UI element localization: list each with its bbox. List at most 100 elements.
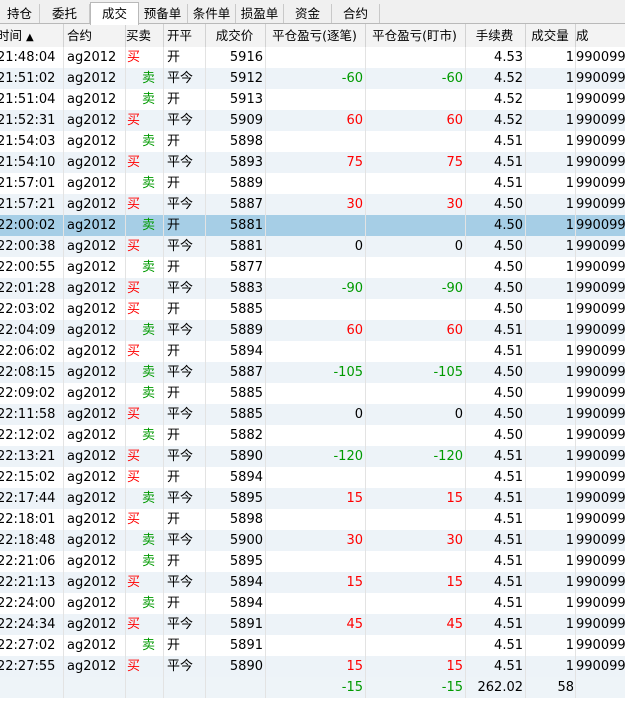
pnl-trade-cell [266,257,366,278]
table-row[interactable]: 21:52:31 ag2012 买平今 5909 60 60 4.52 1 990099 [0,110,625,131]
fee-cell: 4.50 [466,299,526,320]
table-row[interactable]: 22:13:21 ag2012 买平今 5890 -120 -120 4.51 1 990099 [0,446,625,467]
open-close-cell: 平今 [164,320,206,341]
table-row[interactable]: 22:17:44 ag2012 卖平今 5895 15 15 4.51 1 990099 [0,488,625,509]
tab-positions[interactable]: 持仓 [0,4,40,23]
totals-row: -15 -15 262.02 58 [0,677,625,698]
table-row[interactable]: 22:11:58 ag2012 买平今 5885 0 0 4.50 1 990099 [0,404,625,425]
pnl-trade-cell [266,635,366,656]
symbol-cell: ag2012 [64,530,126,551]
table-row[interactable]: 22:24:34 ag2012 买平今 5891 45 45 4.51 1 990099 [0,614,625,635]
table-row[interactable]: 22:27:55 ag2012 买平今 5890 15 15 4.51 1 990099 [0,656,625,677]
order-no-cell: 990099 [576,302,625,317]
table-row[interactable]: 22:06:02 ag2012 买开 5894 4.51 1 990099 [0,341,625,362]
table-row[interactable]: 22:08:15 ag2012 卖平今 5887 -105 -105 4.50 1 990099 [0,362,625,383]
table-row[interactable]: 22:03:02 ag2012 买开 5885 4.50 1 990099 [0,299,625,320]
table-row[interactable]: 21:48:04 ag2012 买开 5916 4.53 1 990099 [0,47,625,68]
pnl-trade-cell [266,215,366,236]
open-close-cell: 开 [164,173,206,194]
col-header-pnl-mark[interactable]: 平仓盈亏(盯市) [366,24,466,47]
table-row[interactable]: 22:21:06 ag2012 卖开 5895 4.51 1 990099 [0,551,625,572]
table-row[interactable]: 22:18:01 ag2012 买开 5898 4.51 1 990099 [0,509,625,530]
tab-funds[interactable]: 资金 [284,4,332,23]
col-header-pnl-trade[interactable]: 平仓盈亏(逐笔) [266,24,366,47]
total-cell [0,677,64,698]
table-row[interactable]: 21:57:21 ag2012 买平今 5887 30 30 4.50 1 990099 [0,194,625,215]
price-cell: 5881 [206,236,266,257]
pnl-mark-cell: -60 [366,68,466,89]
symbol-cell: ag2012 [64,110,126,131]
volume-cell: 1 [526,404,576,425]
open-close-cell: 开 [164,131,206,152]
pnl-mark-cell: 15 [366,488,466,509]
time-cell: 21:51:02 [0,68,64,89]
buy-sell-cell: 卖 [126,593,164,614]
pnl-trade-cell [266,131,366,152]
tab-contracts[interactable]: 合约 [332,4,380,23]
tab-trades[interactable]: 成交 [90,2,139,25]
volume-cell: 1 [526,488,576,509]
table-row[interactable]: 21:51:02 ag2012 卖平今 5912 -60 -60 4.52 1 990099 [0,68,625,89]
table-row[interactable]: 21:54:10 ag2012 买平今 5893 75 75 4.51 1 990099 [0,152,625,173]
table-row[interactable]: 22:18:48 ag2012 卖平今 5900 30 30 4.51 1 990099 [0,530,625,551]
time-cell: 22:15:02 [0,467,64,488]
col-header-time[interactable]: 时间 ▲ [0,24,64,47]
pnl-mark-cell [366,551,466,572]
total-cell [206,677,266,698]
pnl-mark-cell [366,131,466,152]
col-header-buy-sell[interactable]: 买卖 [126,24,164,47]
table-row[interactable]: 22:00:38 ag2012 买平今 5881 0 0 4.50 1 990099 [0,236,625,257]
table-row[interactable]: 22:21:13 ag2012 买平今 5894 15 15 4.51 1 990099 [0,572,625,593]
table-row[interactable]: 22:12:02 ag2012 卖开 5882 4.50 1 990099 [0,425,625,446]
col-header-volume[interactable]: 成交量 [526,24,576,47]
trades-table: 时间 ▲ 合约 买卖 开平 成交价 平仓盈亏(逐笔) 平仓盈亏(盯市) 手续费 … [0,24,625,718]
order-no-cell: 990099 [576,239,625,254]
table-row[interactable]: 22:09:02 ag2012 卖开 5885 4.50 1 990099 [0,383,625,404]
table-row[interactable]: 22:15:02 ag2012 买开 5894 4.51 1 990099 [0,467,625,488]
open-close-cell: 平今 [164,362,206,383]
order-no-cell: 990099 [576,281,625,296]
table-row[interactable]: 22:27:02 ag2012 卖开 5891 4.51 1 990099 [0,635,625,656]
col-header-price[interactable]: 成交价 [206,24,266,47]
table-row[interactable]: 22:04:09 ag2012 卖平今 5889 60 60 4.51 1 990099 [0,320,625,341]
buy-sell-cell: 卖 [126,68,164,89]
open-close-cell: 平今 [164,572,206,593]
col-header-fee[interactable]: 手续费 [466,24,526,47]
table-row[interactable]: 22:00:02 ag2012 卖开 5881 4.50 1 990099 [0,215,625,236]
pnl-trade-cell: 0 [266,404,366,425]
time-cell: 22:04:09 [0,320,64,341]
table-row[interactable]: 22:01:28 ag2012 买平今 5883 -90 -90 4.50 1 990099 [0,278,625,299]
table-row[interactable]: 21:57:01 ag2012 卖开 5889 4.51 1 990099 [0,173,625,194]
symbol-cell: ag2012 [64,89,126,110]
pnl-trade-cell: 60 [266,320,366,341]
col-header-open-close[interactable]: 开平 [164,24,206,47]
order-no-cell: 990099 [576,113,625,128]
tab-conditional-orders[interactable]: 条件单 [188,4,236,23]
tab-preorders[interactable]: 预备单 [138,4,188,23]
total-cell [576,677,625,698]
table-row[interactable]: 22:00:55 ag2012 卖开 5877 4.50 1 990099 [0,257,625,278]
col-header-extra[interactable]: 成 [576,24,625,47]
order-no-cell: 990099 [576,176,625,191]
open-close-cell: 开 [164,257,206,278]
time-cell: 22:00:38 [0,236,64,257]
table-row[interactable]: 22:24:00 ag2012 卖开 5894 4.51 1 990099 [0,593,625,614]
symbol-cell: ag2012 [64,404,126,425]
tab-orders[interactable]: 委托 [40,4,90,23]
order-no-cell: 990099 [576,218,625,233]
time-cell: 21:54:10 [0,152,64,173]
volume-cell: 1 [526,89,576,110]
fee-cell: 4.52 [466,68,526,89]
time-cell: 22:09:02 [0,383,64,404]
open-close-cell: 开 [164,215,206,236]
buy-sell-cell: 买 [126,236,164,257]
time-cell: 22:03:02 [0,299,64,320]
table-row[interactable]: 21:51:04 ag2012 卖开 5913 4.52 1 990099 [0,89,625,110]
table-row[interactable]: 21:54:03 ag2012 卖开 5898 4.51 1 990099 [0,131,625,152]
col-header-symbol[interactable]: 合约 [64,24,126,47]
price-cell: 5891 [206,635,266,656]
volume-cell: 1 [526,194,576,215]
volume-cell: 1 [526,425,576,446]
tab-stop-profit-orders[interactable]: 损盈单 [236,4,284,23]
pnl-mark-cell [366,173,466,194]
